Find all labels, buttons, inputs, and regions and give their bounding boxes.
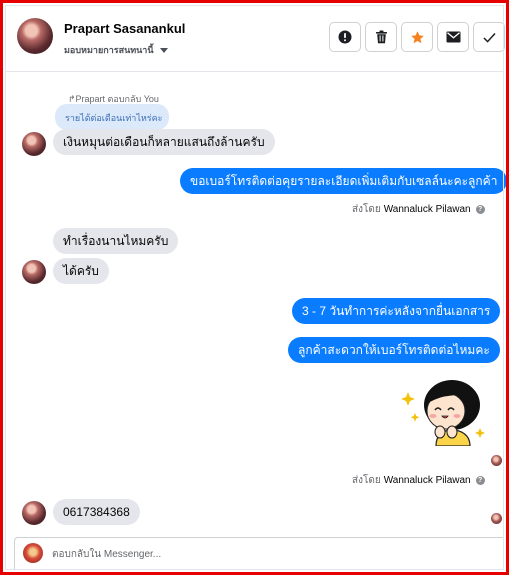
sent-by-agent: Wannaluck Pilawan: [383, 475, 471, 486]
contact-avatar[interactable]: [17, 18, 53, 54]
outgoing-message[interactable]: ลูกค้าสะดวกให้เบอร์โทรติดต่อไหมคะ: [288, 337, 500, 363]
help-icon[interactable]: ?: [475, 476, 485, 485]
sent-by-prefix: ส่งโดย: [352, 475, 381, 486]
conversation-header: Prapart Sasanankul มอบหมายการสนทนานี้: [5, 5, 505, 72]
envelope-icon: [446, 31, 460, 43]
trash-icon: [375, 30, 387, 44]
outgoing-message[interactable]: 3 - 7 วันทำการค่ะหลังจากยื่นเอกสาร: [292, 298, 501, 324]
assign-label: มอบหมายการสนทนานี้: [64, 45, 154, 55]
done-button[interactable]: [473, 22, 505, 52]
seen-indicator-avatar: [491, 455, 502, 466]
star-button[interactable]: [401, 22, 433, 52]
delete-button[interactable]: [365, 22, 397, 52]
outgoing-message[interactable]: ขอเบอร์โทรติดต่อคุยรายละเอียดเพิ่มเติมกั…: [180, 168, 508, 194]
incoming-message[interactable]: เงินหมุนต่อเดือนก็หลายแสนถึงล้านครับ: [53, 129, 275, 155]
caret-down-icon: [159, 47, 168, 53]
assign-conversation-dropdown[interactable]: มอบหมายการสนทนานี้: [64, 43, 168, 57]
checkmark-icon: [482, 32, 496, 43]
mail-button[interactable]: [437, 22, 469, 52]
contact-avatar-small: [22, 132, 46, 156]
highlight-frame: [0, 0, 509, 575]
header-actions: [329, 22, 505, 52]
help-icon[interactable]: ?: [475, 205, 485, 214]
sent-by-label: ส่งโดย Wannaluck Pilawan ?: [352, 473, 485, 488]
incoming-message[interactable]: 0617384368: [53, 499, 140, 525]
incoming-message[interactable]: ทำเรื่องนานไหมครับ: [53, 228, 179, 254]
sent-by-prefix: ส่งโดย: [352, 204, 381, 215]
sent-by-label: ส่งโดย Wannaluck Pilawan ?: [352, 202, 485, 217]
happy-girl-sticker: [401, 380, 485, 446]
exclamation-circle-icon: [338, 30, 352, 44]
contact-avatar-small: [22, 260, 46, 284]
reply-input[interactable]: ตอบกลับใน Messenger...: [52, 547, 161, 562]
reply-composer[interactable]: ตอบกลับใน Messenger...: [14, 537, 504, 570]
star-icon: [410, 30, 424, 43]
contact-name[interactable]: Prapart Sasanankul: [64, 21, 185, 36]
incoming-message[interactable]: ได้ครับ: [53, 258, 109, 284]
contact-avatar-small: [22, 501, 46, 525]
sent-by-agent: Wannaluck Pilawan: [383, 204, 471, 215]
page-avatar: [23, 543, 43, 563]
quoted-message: รายได้ต่อเดือนเท่าไหร่คะ: [55, 104, 169, 130]
seen-indicator-avatar: [491, 513, 502, 524]
report-button[interactable]: [329, 22, 361, 52]
